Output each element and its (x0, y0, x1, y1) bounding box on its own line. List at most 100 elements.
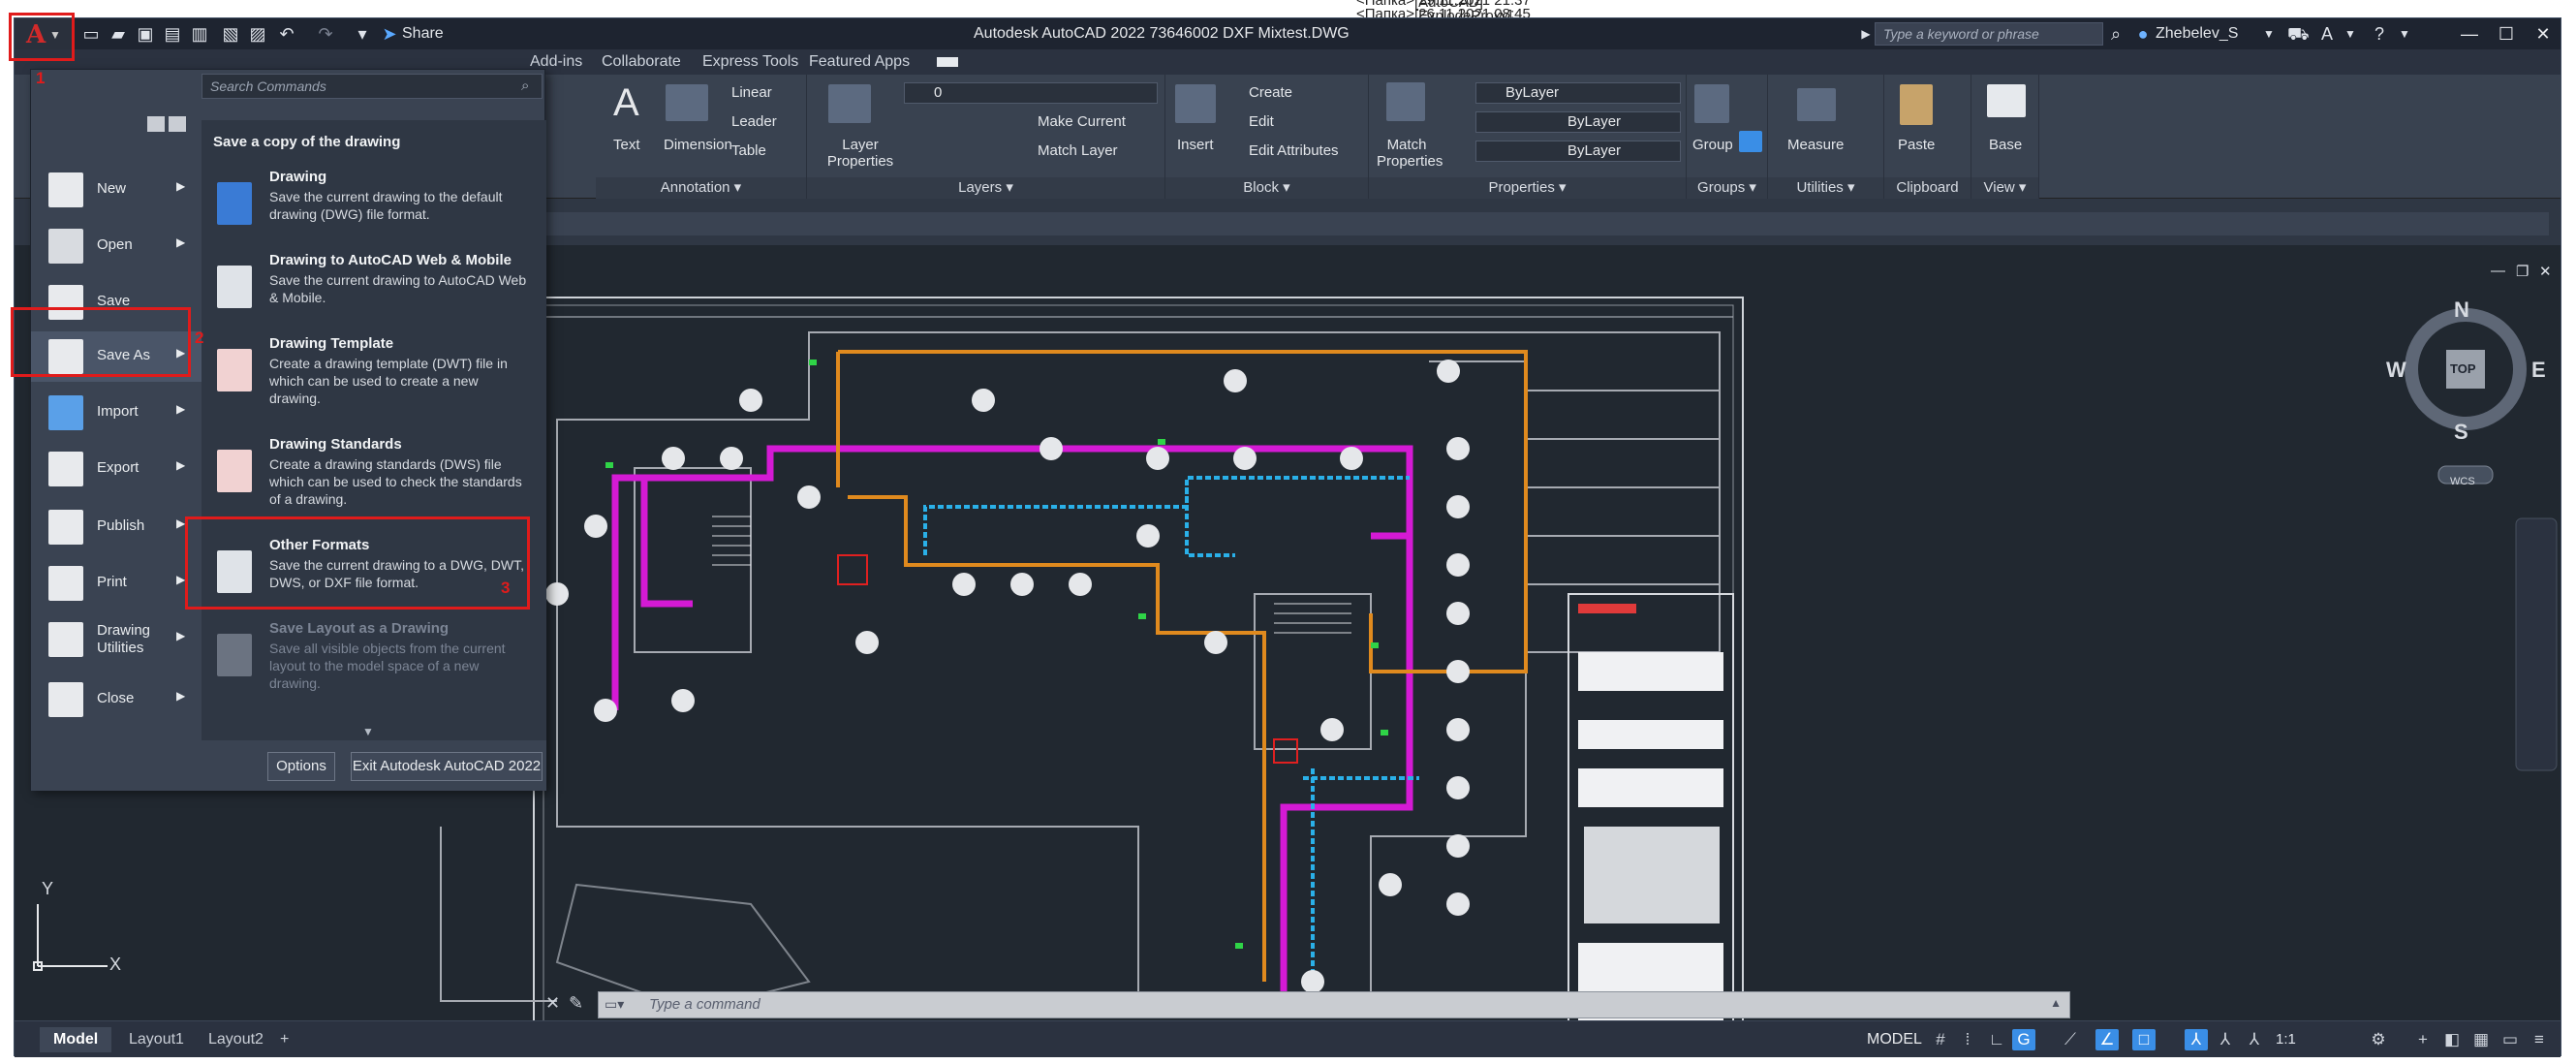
scroll-down-icon[interactable]: ▼ (362, 725, 374, 738)
tab-model[interactable]: Model (40, 1027, 112, 1052)
snap-icon[interactable]: ⁞ (1956, 1029, 1979, 1050)
submenu-item-web-mobile[interactable]: Drawing to AutoCAD Web & Mobile Save the… (202, 252, 546, 349)
minimize-icon[interactable]: — (2452, 20, 2487, 47)
add-layout-icon[interactable]: + (272, 1027, 296, 1052)
save-icon[interactable]: ▣ (135, 23, 156, 45)
compass-west[interactable]: W (2386, 358, 2406, 383)
close-command-icon[interactable]: ✕ (545, 993, 560, 1014)
layer-properties-button[interactable]: Layer Properties (824, 137, 896, 170)
isolate-icon[interactable]: ◧ (2440, 1029, 2464, 1050)
measure-icon[interactable] (1797, 88, 1836, 121)
recent-documents-icon[interactable] (147, 116, 165, 132)
new-icon[interactable]: ▭ (80, 23, 102, 45)
panel-title[interactable]: Groups ▾ (1687, 177, 1767, 199)
auto-scale-icon[interactable]: ⅄ (2214, 1029, 2237, 1050)
autodesk-app-icon[interactable]: A (2316, 23, 2338, 45)
submenu-item-drawing-template[interactable]: Drawing Template Create a drawing templa… (202, 335, 546, 432)
object-snap-icon[interactable]: □ (2132, 1029, 2156, 1050)
tab-collaborate[interactable]: Collaborate (602, 53, 681, 71)
text-button[interactable]: Text (613, 137, 640, 153)
color-dropdown[interactable]: ByLayer (1475, 82, 1681, 104)
open-documents-icon[interactable] (169, 116, 186, 132)
lineweight-dropdown[interactable]: ByLayer (1475, 141, 1681, 162)
base-view-icon[interactable] (1987, 84, 2026, 117)
dimension-icon[interactable] (666, 84, 708, 121)
ortho-icon[interactable]: ∟ (1985, 1029, 2008, 1050)
viewport-minimize-icon[interactable]: — (2491, 263, 2505, 279)
web-save-icon[interactable]: ▥ (189, 23, 210, 45)
polar-tracking-icon[interactable]: G (2012, 1029, 2035, 1050)
compass-north[interactable]: N (2454, 297, 2469, 323)
redo-icon[interactable]: ↷ (315, 23, 336, 45)
layer-properties-icon[interactable] (828, 84, 871, 123)
print-icon[interactable]: ▨ (247, 23, 268, 45)
ribbon-toggle-icon[interactable] (937, 57, 958, 67)
panel-title[interactable]: Block ▾ (1165, 177, 1368, 199)
command-line[interactable]: ▭▾ Type a command ▲ (598, 991, 2070, 1018)
search-commands-input[interactable]: Search Commands (202, 74, 543, 99)
tab-featured-apps[interactable]: Featured Apps (809, 53, 910, 71)
menu-item-close[interactable]: Close ▶ (31, 674, 202, 725)
command-input[interactable]: Type a command (649, 996, 760, 1013)
viewport-close-icon[interactable]: ✕ (2539, 263, 2552, 280)
search-icon[interactable]: ⌕ (521, 78, 529, 94)
customize-command-icon[interactable]: ✎ (569, 993, 583, 1014)
clean-screen-icon[interactable]: ▭ (2498, 1029, 2522, 1050)
group-button[interactable]: Group (1692, 137, 1733, 153)
menu-item-drawing-utilities[interactable]: Drawing Utilities ▶ (31, 614, 202, 665)
chevron-right-icon[interactable]: ▶ (1855, 23, 1877, 45)
user-account[interactable]: Zhebelev_S (2156, 25, 2238, 43)
share-icon[interactable]: ➤ (379, 23, 400, 45)
share-button[interactable]: Share (402, 25, 444, 43)
panel-title[interactable]: Utilities ▾ (1768, 177, 1883, 199)
compass-east[interactable]: E (2531, 358, 2546, 383)
wcs-menu[interactable]: WCS (2450, 476, 2475, 487)
text-icon[interactable]: A (613, 83, 646, 122)
linear-button[interactable]: Linear (731, 84, 772, 101)
base-button[interactable]: Base (1989, 137, 2022, 153)
grid-icon[interactable]: # (1929, 1029, 1952, 1050)
menu-item-new[interactable]: New ▶ (31, 165, 202, 215)
dimension-button[interactable]: Dimension (664, 137, 732, 153)
annotation-scale-value[interactable]: 1:1 (2276, 1031, 2296, 1048)
annotation-visibility-icon[interactable]: ⅄ (2185, 1029, 2208, 1050)
hardware-acceleration-icon[interactable]: ▦ (2469, 1029, 2493, 1050)
match-properties-icon[interactable] (1386, 82, 1425, 121)
viewcube-top-face[interactable]: TOP (2450, 361, 2476, 376)
tab-layout1[interactable]: Layout1 (115, 1027, 198, 1052)
chevron-down-icon[interactable]: ▼ (2258, 23, 2280, 45)
panel-title[interactable]: View ▾ (1971, 177, 2038, 199)
panel-title[interactable]: Layers ▾ (807, 177, 1164, 199)
menu-item-open[interactable]: Open ▶ (31, 221, 202, 271)
plus-icon[interactable]: + (2411, 1029, 2435, 1050)
object-snap-tracking-icon[interactable]: ∠ (2095, 1029, 2119, 1050)
measure-button[interactable]: Measure (1787, 137, 1844, 153)
match-properties-button[interactable]: Match Properties (1377, 137, 1443, 170)
leader-button[interactable]: Leader (731, 113, 777, 130)
open-icon[interactable]: ▰ (108, 23, 129, 45)
tab-express-tools[interactable]: Express Tools (702, 53, 798, 71)
search-icon[interactable]: ⌕ (2105, 23, 2126, 45)
menu-item-print[interactable]: Print ▶ (31, 558, 202, 609)
compass-south[interactable]: S (2454, 420, 2468, 445)
maximize-icon[interactable]: ☐ (2489, 20, 2524, 47)
command-history-icon[interactable]: ▭▾ (605, 996, 624, 1013)
customize-icon[interactable]: ▾ (352, 23, 373, 45)
chevron-down-icon[interactable]: ▼ (2394, 23, 2415, 45)
panel-title[interactable]: Annotation ▾ (596, 177, 806, 199)
annotation-scale-icon[interactable]: ⅄ (2243, 1029, 2266, 1050)
group-icon[interactable] (1694, 84, 1729, 123)
exit-autocad-button[interactable]: Exit Autodesk AutoCAD 2022 (351, 752, 543, 781)
group-select-icon[interactable] (1739, 131, 1762, 152)
close-icon[interactable]: ✕ (2526, 20, 2560, 47)
model-space-toggle[interactable]: MODEL (1867, 1031, 1922, 1048)
options-button[interactable]: Options (267, 752, 335, 781)
isodraft-icon[interactable]: ⟋ (2059, 1029, 2082, 1050)
create-block-button[interactable]: Create (1249, 84, 1292, 101)
user-icon[interactable]: ● (2132, 23, 2154, 45)
chevron-down-icon[interactable]: ▼ (2340, 23, 2361, 45)
chevron-up-icon[interactable]: ▲ (2050, 996, 2062, 1010)
match-layer-button[interactable]: Match Layer (1038, 142, 1118, 159)
submenu-item-drawing[interactable]: Drawing Save the current drawing to the … (202, 169, 546, 266)
help-search-input[interactable]: Type a keyword or phrase (1875, 22, 2103, 46)
